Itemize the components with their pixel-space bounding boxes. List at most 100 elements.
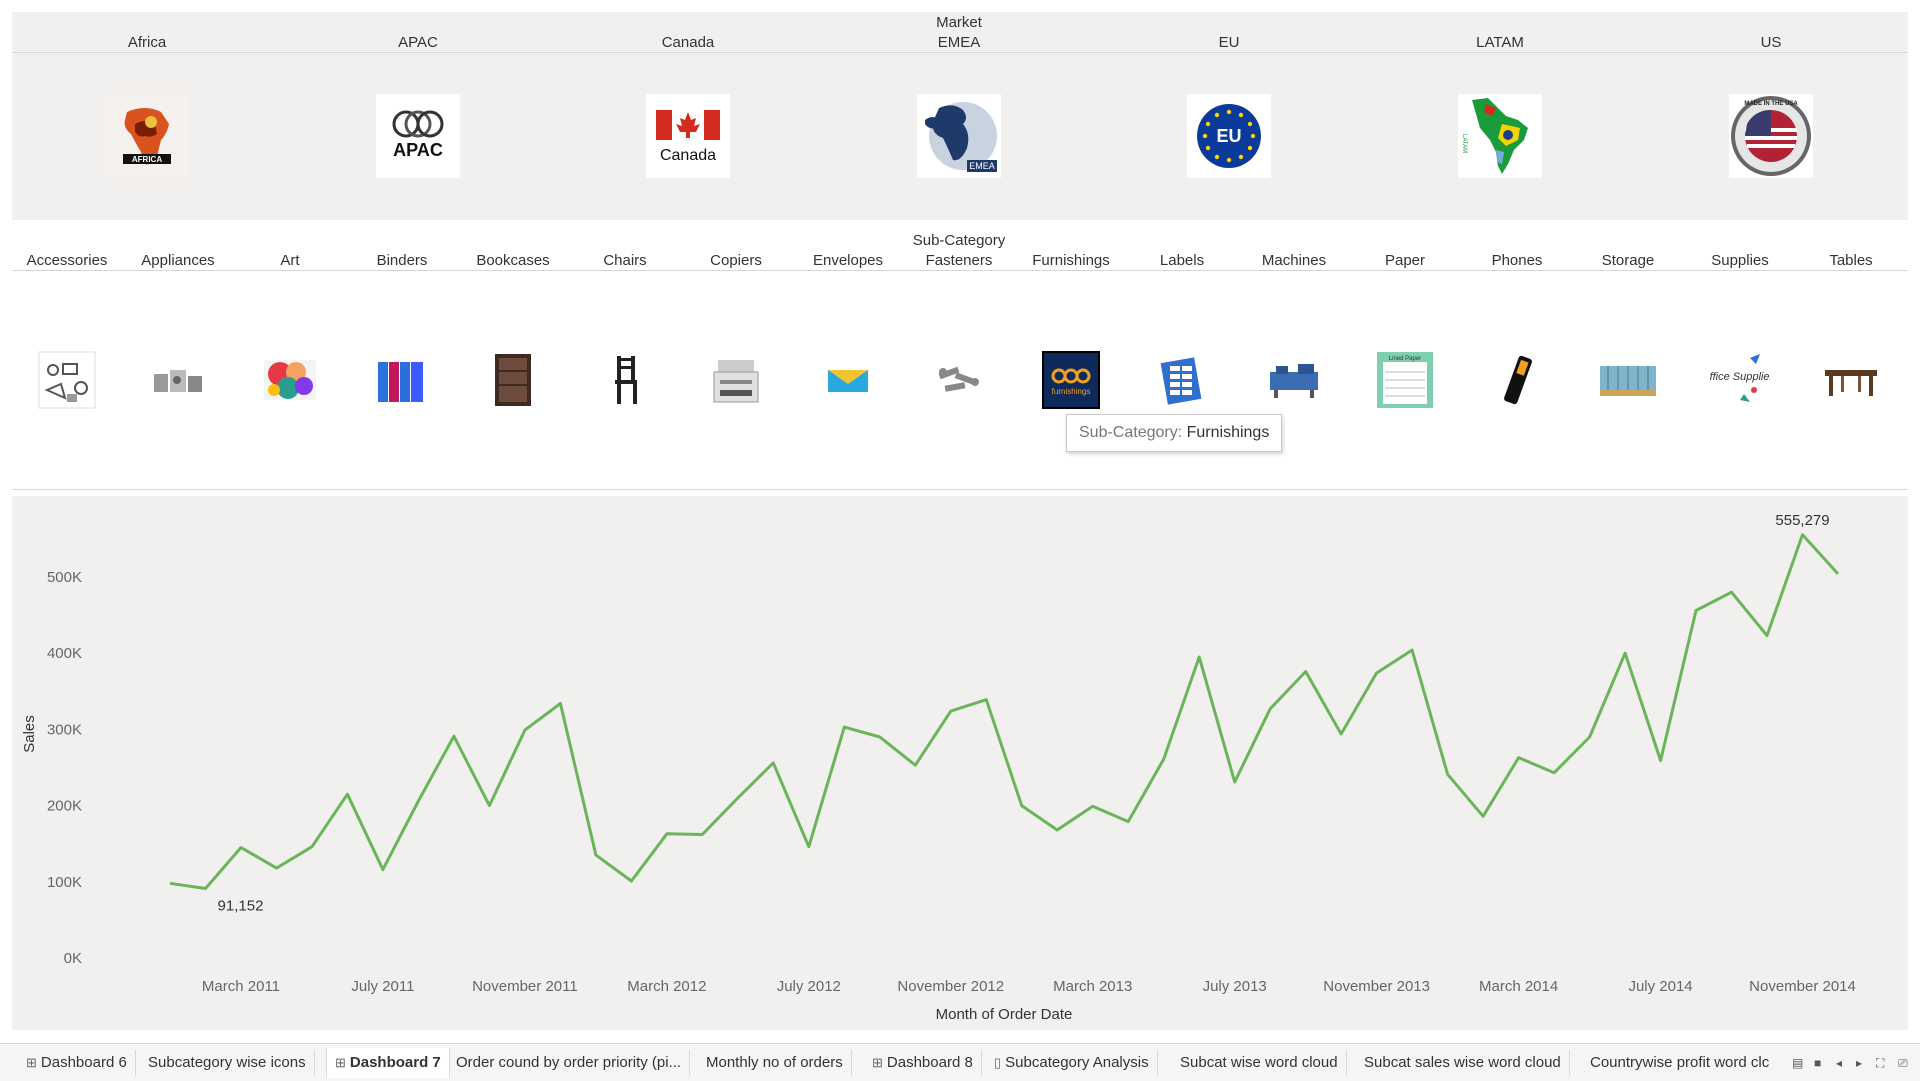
copier-icon[interactable] [706,350,766,410]
tab-dashboard-8[interactable]: ⊞ Dashboard 8 [864,1050,982,1076]
labels-icon[interactable] [1152,350,1212,410]
made-in-usa-badge-icon[interactable]: MADE IN THE USA [1729,94,1813,178]
data-point[interactable] [1692,606,1700,614]
data-point[interactable] [1799,531,1807,539]
data-point[interactable] [1018,802,1026,810]
phone-icon[interactable] [1487,350,1547,410]
data-point[interactable] [450,732,458,740]
data-point[interactable] [1586,733,1594,741]
data-point[interactable] [663,830,671,838]
data-point[interactable] [414,797,422,805]
tab-subcategory-analysis[interactable]: ▯ Subcategory Analysis [986,1050,1158,1076]
tab-label: Order cound by order priority (pi... [456,1054,682,1071]
data-point[interactable] [308,843,316,851]
fasteners-icon[interactable] [929,350,989,410]
data-point[interactable] [769,759,777,767]
data-point[interactable] [1373,669,1381,677]
data-point[interactable] [734,794,742,802]
data-point[interactable] [1124,818,1132,826]
data-point[interactable] [379,866,387,874]
market-label-canada: Canada [661,34,715,51]
paper-icon[interactable]: Lined Paper [1375,350,1435,410]
data-point[interactable] [556,699,564,707]
data-point[interactable] [947,707,955,715]
binders-icon[interactable] [372,350,432,410]
data-point[interactable] [1479,812,1487,820]
furnishings-icon[interactable]: furnishings [1041,350,1101,410]
filmstrip-icon[interactable]: ■ [1814,1056,1821,1070]
data-point[interactable] [166,879,174,887]
subcat-label-phones: Phones [1491,252,1543,269]
tab-monthly-no-of-orders[interactable]: Monthly no of orders [698,1050,852,1076]
data-point[interactable] [1231,778,1239,786]
accessories-icon[interactable] [37,350,97,410]
data-point[interactable] [1515,754,1523,762]
data-point[interactable] [876,733,884,741]
tab-subcategory-wise-icons[interactable]: Subcategory wise icons [140,1050,315,1076]
data-point[interactable] [1160,755,1168,763]
latam-map-icon[interactable]: LATAM [1458,94,1542,178]
data-point[interactable] [1089,802,1097,810]
fullscreen-icon[interactable]: ⛶ [1876,1056,1884,1071]
data-point[interactable] [1728,588,1736,596]
tab-label: Subcat wise word cloud [1180,1054,1338,1071]
data-point[interactable] [592,851,600,859]
eu-flag-icon[interactable]: EU [1187,94,1271,178]
data-point[interactable] [698,831,706,839]
art-icon[interactable] [260,350,320,410]
data-point[interactable] [272,864,280,872]
bookcase-icon[interactable] [483,350,543,410]
next-sheet-icon[interactable]: ▸ [1856,1056,1862,1070]
prev-sheet-icon[interactable]: ◂ [1836,1056,1842,1070]
presentation-icon[interactable]: ⎚ [1898,1056,1908,1071]
data-point[interactable] [1444,770,1452,778]
data-point[interactable] [1266,705,1274,713]
data-point[interactable] [343,790,351,798]
tab-order-count-by-priority[interactable]: Order cound by order priority (pi... [448,1050,691,1076]
data-point[interactable] [627,877,635,885]
data-point[interactable] [1657,757,1665,765]
data-point[interactable] [201,885,209,893]
data-point[interactable] [1337,730,1345,738]
market-header-divider [12,52,1908,53]
tab-countrywise-profit-word-cloud[interactable]: Countrywise profit word clc [1582,1050,1788,1076]
data-point[interactable] [1621,649,1629,657]
appliances-icon[interactable] [148,350,208,410]
data-point[interactable] [1763,632,1771,640]
data-point[interactable] [237,844,245,852]
apac-logo-icon[interactable]: APAC [376,94,460,178]
y-tick-label: 500K [47,569,82,586]
y-tick-label: 200K [47,798,82,815]
x-tick-label: November 2011 [472,978,578,995]
data-point[interactable] [1302,667,1310,675]
market-header: Market [936,14,982,31]
africa-map-icon[interactable]: AFRICA [105,94,189,178]
machines-icon[interactable] [1264,350,1324,410]
data-point[interactable] [485,802,493,810]
sales-line-chart[interactable]: 0K 100K 200K 300K 400K 500K March 2011 July 201… [12,496,1908,1030]
sheet-sorter-icon[interactable]: ▤ [1792,1056,1803,1070]
tab-dashboard-6[interactable]: ⊞ Dashboard 6 [18,1050,136,1076]
envelope-icon[interactable] [818,350,878,410]
data-point[interactable] [521,726,529,734]
data-point[interactable] [1550,769,1558,777]
market-label-us: US [1760,34,1782,51]
data-point[interactable] [1195,653,1203,661]
data-point[interactable] [805,843,813,851]
office-supplies-icon[interactable]: Office Supplies [1710,350,1770,410]
tab-subcat-word-cloud[interactable]: Subcat wise word cloud [1172,1050,1347,1076]
data-point[interactable] [911,761,919,769]
chair-icon[interactable] [595,350,655,410]
data-point[interactable] [1408,646,1416,654]
canada-flag-icon[interactable]: Canada [646,94,730,178]
tab-dashboard-7[interactable]: ⊞ Dashboard 7 [326,1048,450,1078]
data-point[interactable] [840,723,848,731]
data-point[interactable] [1053,826,1061,834]
table-icon[interactable] [1821,350,1881,410]
sales-series-line[interactable] [169,533,1840,890]
data-point[interactable] [1834,570,1842,578]
emea-globe-icon[interactable]: EMEA [917,94,1001,178]
storage-icon[interactable] [1598,350,1658,410]
data-point[interactable] [982,696,990,704]
tab-subcat-sales-word-cloud[interactable]: Subcat sales wise word cloud [1356,1050,1570,1076]
